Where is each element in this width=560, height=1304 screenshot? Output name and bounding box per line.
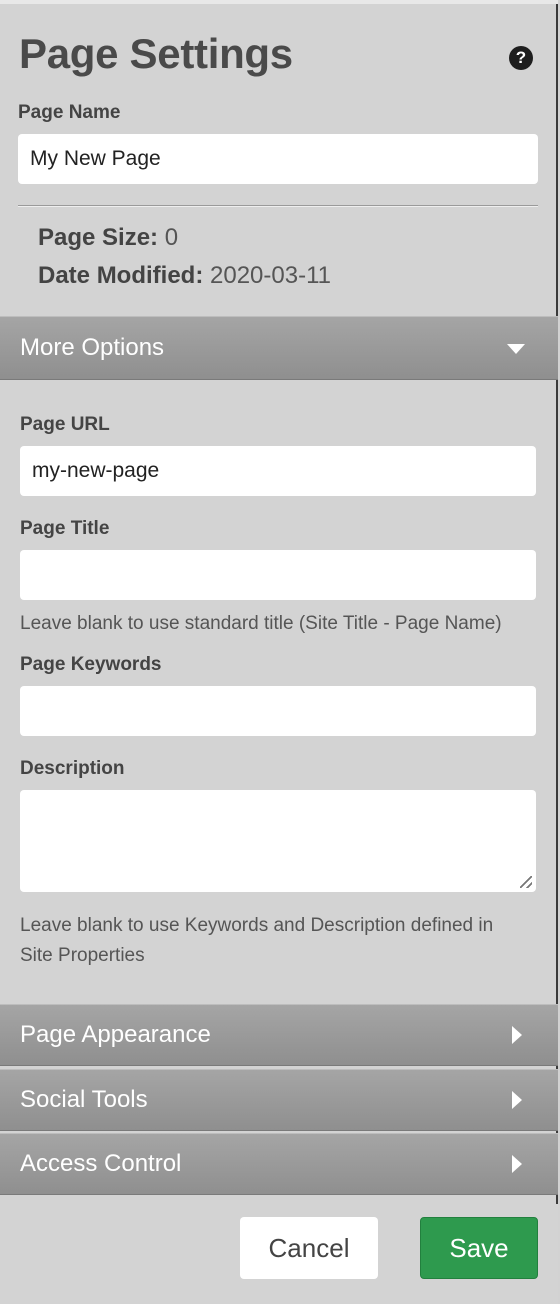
meta-hint-line1: Leave blank to use Keywords and Descript… — [20, 915, 494, 936]
description-label: Description — [20, 758, 125, 779]
page-size-info: Page Size: 0 — [38, 224, 178, 252]
description-textarea[interactable] — [20, 790, 536, 892]
page-url-label: Page URL — [20, 414, 110, 435]
more-options-title: More Options — [20, 334, 165, 361]
chevron-right-icon — [512, 1155, 522, 1173]
page-keywords-label: Page Keywords — [20, 654, 162, 675]
divider — [18, 205, 538, 207]
page-title-label: Page Title — [20, 518, 110, 539]
meta-hint: Leave blank to use Keywords and Descript… — [20, 911, 493, 971]
chevron-right-icon — [512, 1091, 522, 1109]
cancel-button[interactable]: Cancel — [240, 1217, 378, 1279]
page-url-input[interactable]: my-new-page — [20, 446, 536, 496]
social-tools-header[interactable]: Social Tools — [0, 1069, 558, 1131]
chevron-down-icon — [507, 344, 525, 354]
page-name-input[interactable]: My New Page — [18, 134, 538, 184]
social-tools-title: Social Tools — [20, 1086, 148, 1113]
page-settings-panel: Page Settings ? Page Name My New Page Pa… — [0, 0, 558, 1304]
page-keywords-input[interactable] — [20, 686, 536, 736]
page-title: Page Settings — [19, 30, 293, 77]
more-options-header[interactable]: More Options — [0, 316, 558, 380]
page-title-input[interactable] — [20, 550, 536, 600]
date-modified-info: Date Modified: 2020-03-11 — [38, 262, 331, 290]
meta-hint-line2: Site Properties — [20, 945, 145, 966]
access-control-header[interactable]: Access Control — [0, 1133, 558, 1195]
page-title-hint: Leave blank to use standard title (Site … — [20, 613, 502, 634]
save-button[interactable]: Save — [420, 1217, 538, 1279]
page-size-label: Page Size: — [38, 224, 159, 251]
page-appearance-title: Page Appearance — [20, 1021, 211, 1048]
page-appearance-header[interactable]: Page Appearance — [0, 1004, 558, 1066]
access-control-title: Access Control — [20, 1150, 182, 1177]
date-modified-value: 2020-03-11 — [210, 262, 331, 289]
help-icon[interactable]: ? — [509, 46, 533, 70]
page-size-value: 0 — [164, 224, 179, 251]
chevron-right-icon — [512, 1026, 522, 1044]
page-name-label: Page Name — [18, 102, 121, 123]
resize-grip-icon[interactable] — [520, 876, 532, 888]
date-modified-label: Date Modified: — [38, 262, 204, 289]
